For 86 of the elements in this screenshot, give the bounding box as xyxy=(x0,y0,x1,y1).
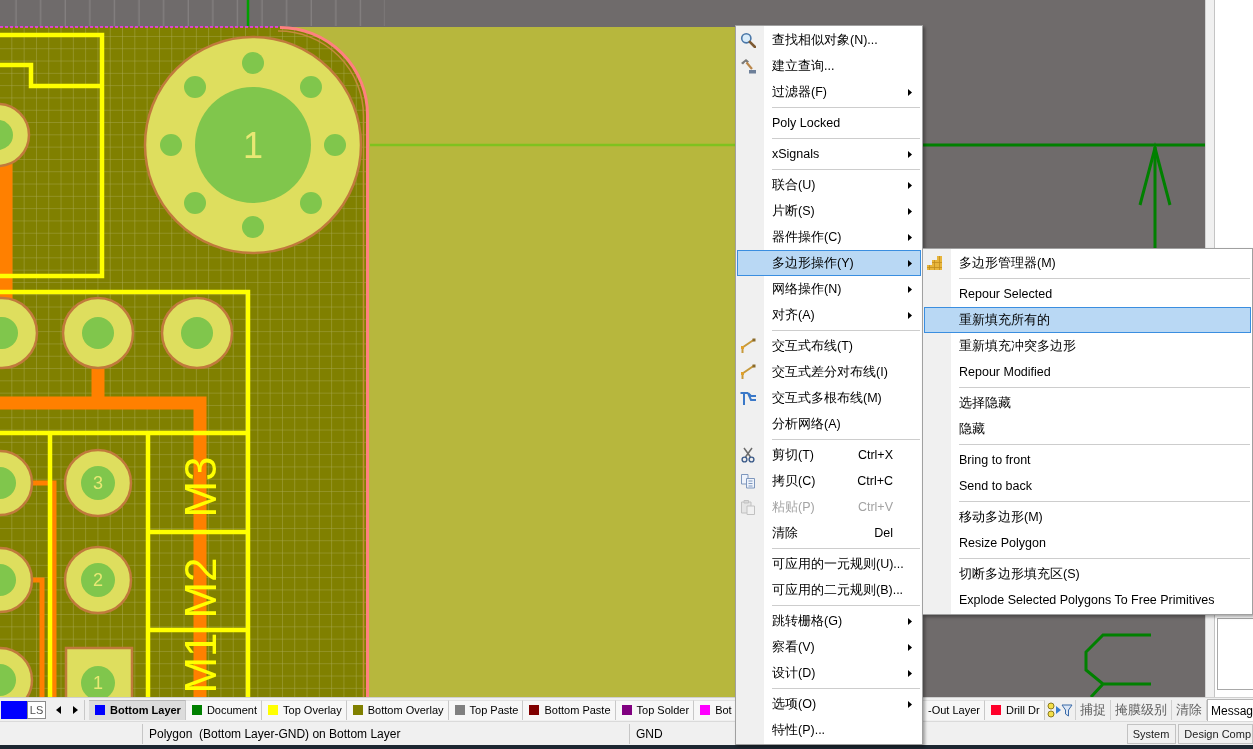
menu-item[interactable]: Repour Modified xyxy=(924,359,1251,385)
shortcut-text: Del xyxy=(874,526,893,540)
scissors-icon xyxy=(740,447,756,463)
layer-tab[interactable]: Document xyxy=(185,699,263,720)
search-icon xyxy=(740,32,756,48)
menu-item[interactable]: 联合(U) xyxy=(737,172,921,198)
menu-item[interactable]: 多边形操作(Y) xyxy=(737,250,921,276)
component-designator: M2 xyxy=(175,557,225,619)
menu-item[interactable]: 清除 Del xyxy=(737,520,921,546)
menu-item[interactable]: 交互式差分对布线(I) xyxy=(737,359,921,385)
menu-item[interactable]: 交互式多根布线(M) xyxy=(737,385,921,411)
shortcut-text: Ctrl+C xyxy=(857,474,893,488)
bar-grid-icon xyxy=(927,255,943,271)
menu-item[interactable]: 切断多边形填充区(S) xyxy=(924,561,1251,587)
layer-tab[interactable]: Bottom Layer xyxy=(89,699,186,720)
layer-tab[interactable]: Bot xyxy=(694,699,737,720)
menu-item[interactable]: 隐藏 xyxy=(924,416,1251,442)
layer-tab[interactable]: Top Solder xyxy=(615,699,695,720)
menu-item[interactable]: 对齐(A) xyxy=(737,302,921,328)
pad-number: 3 xyxy=(93,473,103,493)
guide-line xyxy=(246,0,250,26)
shortcut-text: Ctrl+X xyxy=(857,448,893,462)
layer-tab[interactable]: Top Overlay xyxy=(262,699,347,720)
menu-item[interactable]: 拷贝(C) Ctrl+C xyxy=(737,468,921,494)
panel-tab[interactable]: Messag xyxy=(1207,699,1253,721)
menu-item[interactable]: 多边形管理器(M) xyxy=(924,250,1251,276)
shortcut-text: Ctrl+V xyxy=(857,500,893,514)
paste-icon xyxy=(740,499,756,515)
pad-number: 1 xyxy=(93,673,103,693)
layer-set-button[interactable]: LS xyxy=(27,700,46,719)
color-swatch-icon xyxy=(1,700,27,719)
menu-item[interactable]: 移动多边形(M) xyxy=(924,504,1251,530)
menu-item[interactable]: 建立查询... xyxy=(737,53,921,79)
menu-item[interactable]: 网络操作(N) xyxy=(737,276,921,302)
pad-number: 2 xyxy=(93,570,103,590)
layer-filter-icon[interactable] xyxy=(1046,701,1073,718)
hammer-icon xyxy=(740,58,756,74)
menu-item[interactable]: Repour Selected xyxy=(924,281,1251,307)
mechanical-outline xyxy=(1084,633,1153,697)
pad xyxy=(63,545,133,615)
menu-item[interactable]: 可应用的二元规则(B)... xyxy=(737,577,921,603)
menu-item[interactable]: 交互式布线(T) xyxy=(737,333,921,359)
branch-track-icon xyxy=(740,390,756,406)
menu-item[interactable]: 选择隐藏 xyxy=(924,390,1251,416)
menu-item[interactable]: Send to back xyxy=(924,473,1251,499)
layer-tab[interactable]: Top Paste xyxy=(448,699,524,720)
menu-item[interactable]: 可应用的一元规则(U)... xyxy=(737,551,921,577)
menu-item[interactable]: 察看(V) xyxy=(737,634,921,660)
layer-tab[interactable]: Bottom Paste xyxy=(523,699,616,720)
menu-item[interactable]: Resize Polygon xyxy=(924,530,1251,556)
layer-tab[interactable]: Bottom Overlay xyxy=(346,699,449,720)
layer-tab[interactable]: Drill Dr xyxy=(984,699,1045,720)
pad xyxy=(63,448,133,518)
menu-item[interactable]: 设计(D) xyxy=(737,660,921,686)
caret-right-icon[interactable] xyxy=(73,705,78,714)
component-designator: M3 xyxy=(175,456,225,518)
menu-item[interactable]: 特性(P)... xyxy=(737,717,921,743)
pad xyxy=(0,102,31,168)
menu-item[interactable]: Poly Locked xyxy=(737,110,921,136)
menu-item[interactable]: 查找相似对象(N)... xyxy=(737,27,921,53)
diagonal-track-icon xyxy=(740,364,756,380)
caret-left-icon[interactable] xyxy=(56,705,61,714)
net-name: GND xyxy=(635,726,663,741)
pad xyxy=(0,449,34,517)
menu-item[interactable]: 片断(S) xyxy=(737,198,921,224)
menu-item[interactable]: 重新填充所有的 xyxy=(924,307,1251,333)
status-bar-button[interactable]: Design Comp xyxy=(1178,723,1253,744)
pad xyxy=(0,546,34,614)
menu-item[interactable]: 分析网络(A) xyxy=(737,411,921,437)
pad-number: 1 xyxy=(243,124,263,166)
menu-item[interactable]: Bring to front xyxy=(924,447,1251,473)
status-bar-button[interactable]: System xyxy=(1126,723,1177,744)
menu-item[interactable]: 器件操作(C) xyxy=(737,224,921,250)
component-designator: M1 xyxy=(175,632,225,694)
menu-item[interactable]: 跳转栅格(G) xyxy=(737,608,921,634)
copy-icon xyxy=(740,473,756,489)
menu-item[interactable]: 选项(O) xyxy=(737,691,921,717)
status-message: Polygon (Bottom Layer-GND) on Bottom Layer xyxy=(148,726,401,741)
menu-item[interactable]: 过滤器(F) xyxy=(737,79,921,105)
menu-item[interactable]: 重新填充冲突多边形 xyxy=(924,333,1251,359)
diagonal-track-icon xyxy=(740,338,756,354)
menu-item[interactable]: xSignals xyxy=(737,141,921,167)
pad xyxy=(64,646,134,697)
menu-item[interactable]: Explode Selected Polygons To Free Primitives xyxy=(924,587,1251,613)
menu-item[interactable]: 剪切(T) Ctrl+X xyxy=(737,442,921,468)
layer-tab[interactable]: -Out Layer xyxy=(922,699,985,720)
